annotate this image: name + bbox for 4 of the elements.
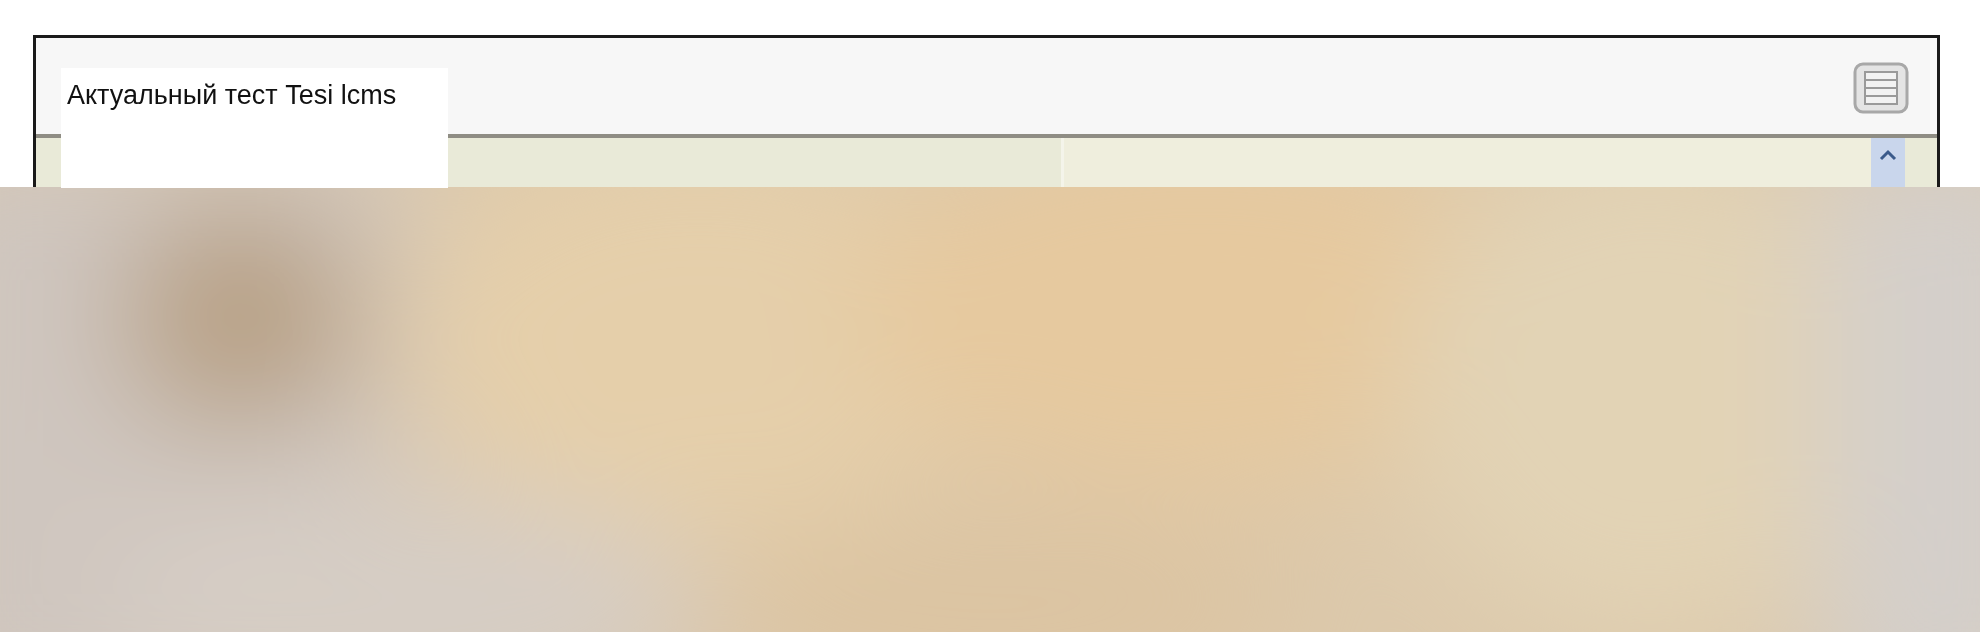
scroll-up-button[interactable] — [1871, 138, 1905, 187]
table-icon[interactable] — [1853, 62, 1909, 114]
caret-icon — [1878, 148, 1898, 162]
window-title: Актуальный тест Tesi lcms — [61, 68, 448, 188]
